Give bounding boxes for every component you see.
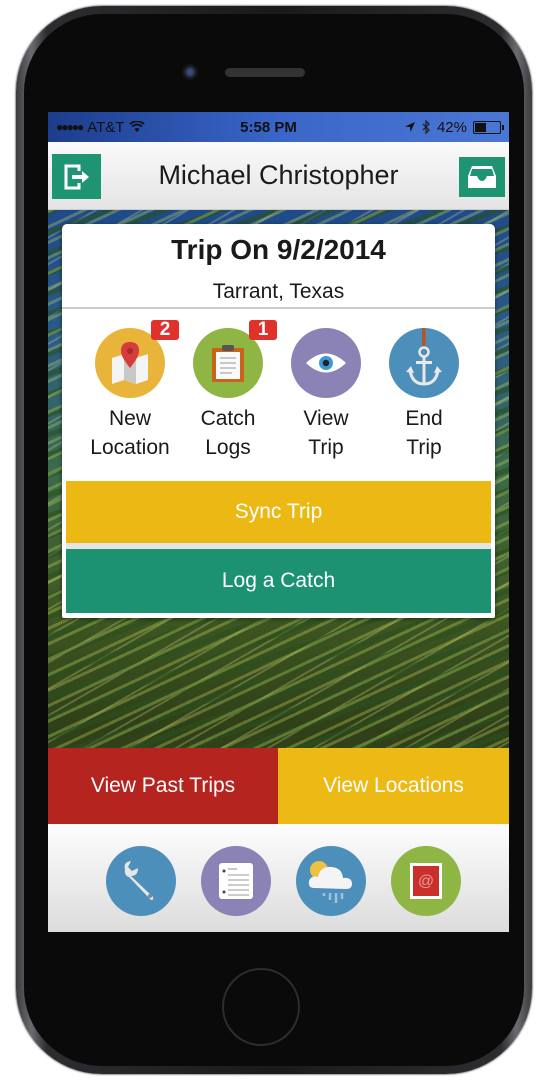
eye-icon	[306, 353, 346, 373]
wrench-icon	[124, 861, 154, 900]
clipboard-icon	[212, 345, 244, 382]
earpiece-speaker	[225, 68, 305, 77]
battery-icon	[473, 120, 504, 134]
clock: 5:58 PM	[240, 118, 297, 136]
trip-card: Trip On 9/2/2014 Tarrant, Texas 2 New Loc…	[62, 224, 495, 618]
catch-logs-button[interactable]: 1 Catch Logs	[178, 320, 278, 462]
user-name-title: Michael Christopher	[158, 160, 399, 190]
sync-trip-button[interactable]: Sync Trip	[66, 481, 491, 543]
trip-actions: 2 New Location 1 Catch Logs View Trip En…	[62, 320, 495, 464]
view-trip-button[interactable]: View Trip	[276, 328, 376, 462]
map-pin-icon	[112, 342, 148, 384]
regulations-button[interactable]	[201, 846, 271, 916]
new-location-label: New Location	[90, 407, 170, 459]
status-bar: ●●●●● AT&T 5:58 PM 42%	[48, 112, 509, 142]
catch-logs-label: Catch Logs	[200, 407, 256, 459]
new-location-badge: 2	[151, 320, 179, 340]
email-stamp-icon: @	[410, 863, 442, 899]
anchor-icon	[406, 328, 442, 386]
weather-icon	[308, 861, 352, 903]
log-catch-button[interactable]: Log a Catch	[66, 549, 491, 613]
carrier-label: AT&T	[87, 118, 125, 136]
battery-percent: 42%	[436, 118, 467, 136]
divider	[62, 307, 495, 309]
signal-strength-icon: ●●●●●	[56, 120, 84, 134]
inbox-icon	[468, 166, 496, 188]
inbox-button[interactable]	[459, 157, 505, 197]
list-document-icon	[219, 863, 253, 899]
bluetooth-icon	[422, 120, 430, 134]
trip-title: Trip On 9/2/2014	[171, 234, 386, 265]
app-header: Michael Christopher	[48, 142, 509, 210]
view-past-trips-button[interactable]: View Past Trips	[48, 748, 278, 824]
view-trip-label: View Trip	[303, 407, 349, 459]
view-locations-button[interactable]: View Locations	[278, 748, 509, 824]
wifi-icon	[129, 121, 146, 132]
app-screen: ●●●●● AT&T 5:58 PM 42% Michael Christoph…	[48, 112, 509, 932]
svg-text:@: @	[418, 873, 434, 890]
trip-location: Tarrant, Texas	[212, 280, 345, 303]
settings-button[interactable]	[106, 846, 176, 916]
home-button[interactable]	[222, 968, 300, 1046]
end-trip-label: End Trip	[405, 407, 443, 459]
front-camera	[182, 64, 198, 80]
weather-button[interactable]	[296, 846, 366, 916]
catch-logs-badge: 1	[249, 320, 277, 340]
contact-button[interactable]: @	[391, 846, 461, 916]
location-arrow-icon	[404, 122, 415, 132]
bottom-toolbar: @	[48, 824, 509, 932]
end-trip-button[interactable]: End Trip	[374, 328, 474, 462]
new-location-button[interactable]: 2 New Location	[80, 320, 180, 462]
